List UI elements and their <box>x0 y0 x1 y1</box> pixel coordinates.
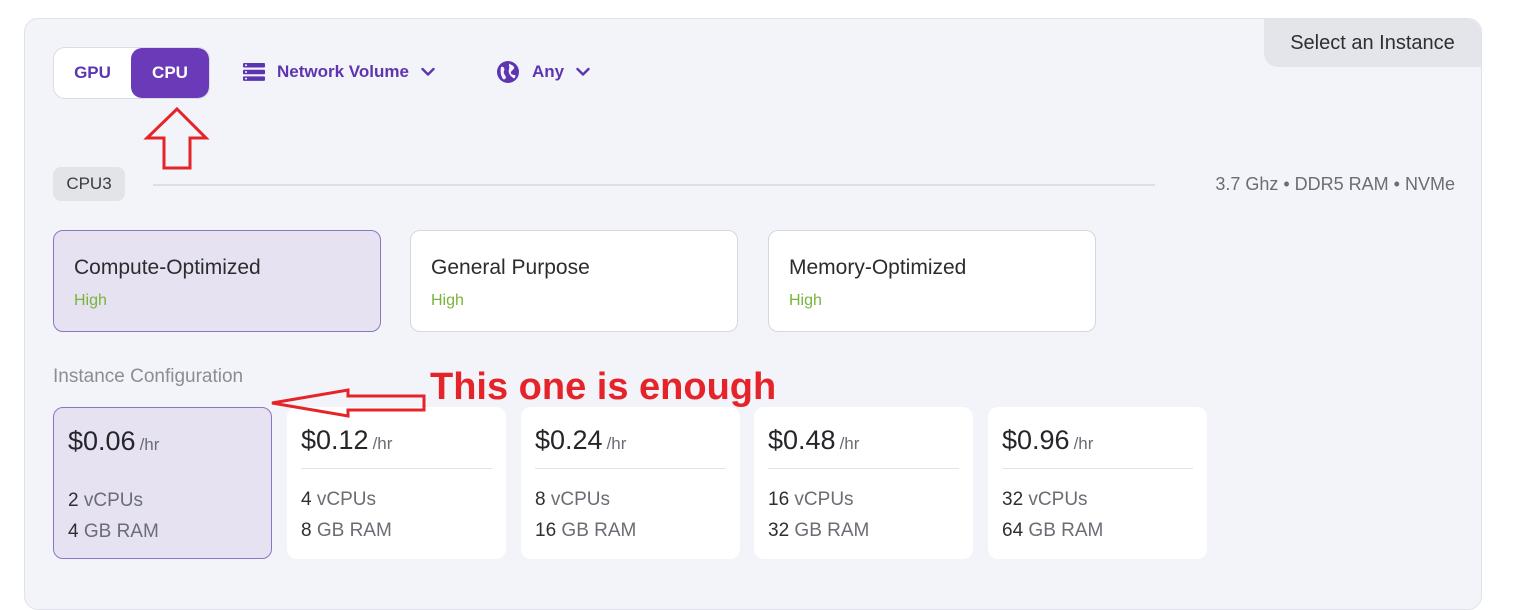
left-arrow-annotation <box>271 388 426 418</box>
annotation-arrows <box>143 106 426 418</box>
annotation-text: This one is enough <box>430 366 777 408</box>
up-arrow-annotation <box>143 106 210 170</box>
